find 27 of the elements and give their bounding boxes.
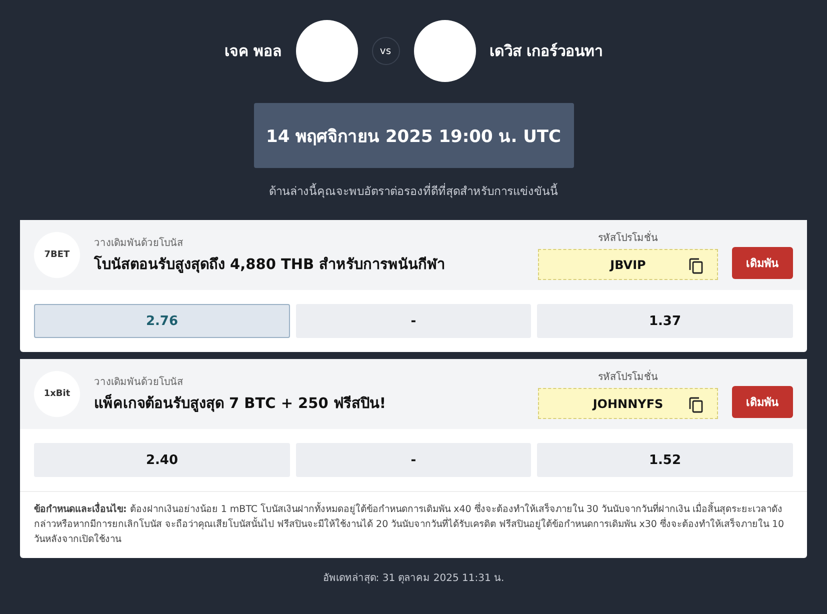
odds-button[interactable]: - (296, 443, 531, 477)
bookmaker-logo: 7BET (34, 232, 80, 278)
promo-label: รหัสโปรโมชั่น (598, 230, 658, 245)
subtitle: ด้านล่างนี้คุณจะพบอัตราต่อรองที่ดีที่สุดสำหรับการแข่งขันนี้ (269, 182, 558, 200)
odds-button[interactable]: 1.37 (537, 304, 793, 338)
odds-button[interactable]: 1.52 (537, 443, 793, 477)
offer-title: แพ็คเกจต้อนรับสูงสุด 7 BTC + 250 ฟรีสปิน! (94, 393, 387, 414)
promo-code[interactable]: JBVIP (538, 249, 718, 280)
offer-title: โบนัสตอนรับสูงสุดถึง 4,880 THB สำหรับการพนันกีฬา (94, 254, 446, 275)
copy-icon[interactable] (689, 397, 703, 413)
promo-label: รหัสโปรโมชั่น (598, 369, 658, 384)
odds-button[interactable]: 2.40 (34, 443, 290, 477)
last-updated: อัพเดทล่าสุด: 31 ตุลาคม 2025 11:31 น. (322, 572, 504, 585)
bookmaker-logo: 1xBit (34, 371, 80, 417)
vs-label: vs (372, 37, 400, 65)
offer-label: วางเดิมพันด้วยโบนัส (94, 236, 184, 250)
match-date: 14 พฤศจิกายน 2025 19:00 น. UTC (254, 103, 574, 168)
offer-label: วางเดิมพันด้วยโบนัส (94, 375, 184, 389)
promo-code[interactable]: JOHNNYFS (538, 388, 718, 419)
bet-button[interactable]: เดิมพัน (732, 386, 793, 418)
fighter-name: เจค พอล (224, 41, 282, 62)
bet-button[interactable]: เดิมพัน (732, 247, 793, 279)
copy-icon[interactable] (689, 258, 703, 274)
odds-button[interactable]: 2.76 (34, 304, 290, 338)
odds-button[interactable]: - (296, 304, 531, 338)
fighter-name: เดวิส เกอร์วอนทา (490, 41, 603, 62)
terms-text: ข้อกำหนดและเงื่อนไข: ต้องฝากเงินอย่างน้อย 1 mBTC โบนัสเงินฝากทั้งหมดอยู่ใต้ข้อกำหนดการเดิมพัน x40 ซึ่งจะต้องทำให้เสร็จภายใน 30 วันนับจากวันที่ฝากเงิน เมื่อสิ้นสุดระยะเวลาดังกล่าวหรือหากมีการยกเลิกโบนัส จะถือว่าคุณเสียโบนัสนั้นไป ฟรีสปินจะมีให้ใช้งานได้ 20 วันนับจากวันที่ได้รับเครดิต ฟรีสปินอยู่ใต้ข้อกำหนดการเดิมพัน x30 ซึ่งจะต้องทำให้เสร็จภายใน 10 วันหลังจากเปิดใช้งาน (20, 491, 807, 558)
